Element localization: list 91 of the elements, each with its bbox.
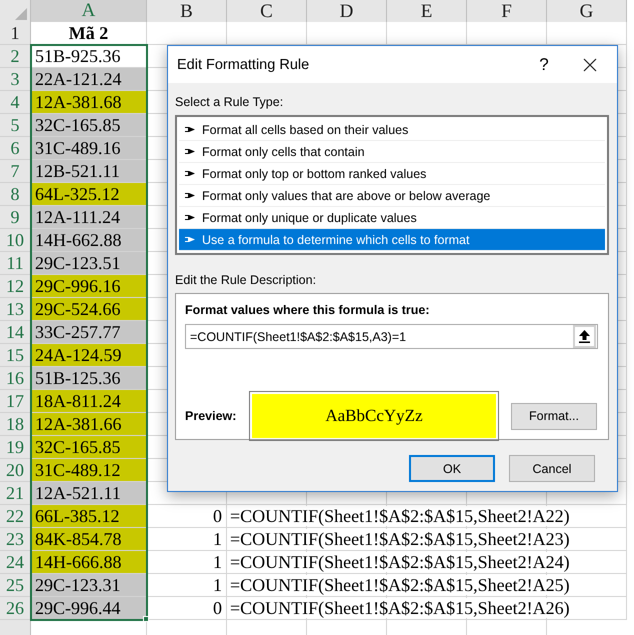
- table-cell: 33C-257.77: [31, 321, 147, 344]
- row-header[interactable]: 17: [0, 390, 31, 413]
- row-header[interactable]: 12: [0, 275, 31, 298]
- row-header[interactable]: 14: [0, 321, 31, 344]
- table-cell: 14H-666.88: [31, 551, 147, 574]
- table-cell: 12A-381.68: [31, 91, 147, 114]
- table-cell: 12A-521.11: [31, 482, 147, 505]
- row-header[interactable]: 23: [0, 528, 31, 551]
- column-header[interactable]: A: [31, 0, 147, 24]
- help-button[interactable]: ?: [521, 46, 567, 82]
- pointer-icon: [185, 214, 196, 221]
- format-button[interactable]: Format...: [511, 402, 597, 430]
- row-header[interactable]: 20: [0, 459, 31, 482]
- pointer-icon: [185, 148, 196, 155]
- row-header[interactable]: 10: [0, 229, 31, 252]
- pointer-icon: [185, 126, 196, 133]
- table-cell: 29C-524.66: [31, 298, 147, 321]
- table-cell: 0: [147, 597, 227, 620]
- row-header[interactable]: 24: [0, 551, 31, 574]
- column-header[interactable]: C: [227, 0, 307, 24]
- formula-text: =COUNTIF(Sheet1!$A$2:$A$15,Sheet2!A26): [230, 598, 570, 618]
- formula-text: =COUNTIF(Sheet1!$A$2:$A$15,Sheet2!A22): [230, 506, 570, 526]
- table-cell: 29C-123.51: [31, 252, 147, 275]
- column-header[interactable]: B: [147, 0, 227, 24]
- section-label: Edit the Rule Description:: [175, 273, 318, 287]
- row-header[interactable]: 8: [0, 183, 31, 206]
- table-cell: 29C-996.16: [31, 275, 147, 298]
- pointer-icon: [185, 192, 196, 199]
- fill-handle[interactable]: [143, 616, 149, 622]
- table-cell: 32C-165.85: [31, 436, 147, 459]
- dialog-button[interactable]: Cancel: [509, 455, 595, 482]
- row-header[interactable]: 9: [0, 206, 31, 229]
- table-cell: 12A-111.24: [31, 206, 147, 229]
- table-cell: 31C-489.12: [31, 459, 147, 482]
- triangle-icon: [15, 8, 27, 20]
- row-header[interactable]: 7: [0, 160, 31, 183]
- table-cell: 32C-165.85: [31, 114, 147, 137]
- table-cell: 24A-124.59: [31, 344, 147, 367]
- table-cell: 64L-325.12: [31, 183, 147, 206]
- row-header[interactable]: 21: [0, 482, 31, 505]
- row-header[interactable]: 16: [0, 367, 31, 390]
- table-cell: 14H-662.88: [31, 229, 147, 252]
- table-cell: 22A-121.24: [31, 68, 147, 91]
- dialog-button[interactable]: OK: [409, 455, 495, 482]
- row-header[interactable]: 1: [0, 22, 31, 45]
- row-header[interactable]: 15: [0, 344, 31, 367]
- rule-type-item[interactable]: Use a formula to determine which cells to format: [179, 229, 605, 251]
- row-header[interactable]: 25: [0, 574, 31, 597]
- pointer-icon: [185, 236, 196, 243]
- formula-text: =COUNTIF(Sheet1!$A$2:$A$15,Sheet2!A25): [230, 575, 570, 595]
- row-header[interactable]: 3: [0, 68, 31, 91]
- column-header[interactable]: D: [307, 0, 387, 24]
- formula-text: =COUNTIF(Sheet1!$A$2:$A$15,Sheet2!A24): [230, 552, 570, 572]
- table-cell: 12B-521.11: [31, 160, 147, 183]
- table-cell: 18A-811.24: [31, 390, 147, 413]
- preview-text: AaBbCcYyZz: [325, 406, 423, 426]
- section-label: Select a Rule Type:: [175, 95, 284, 109]
- dialog-title: Edit Formatting Rule: [177, 56, 310, 72]
- column-header[interactable]: G: [547, 0, 627, 24]
- table-cell: 1: [147, 574, 227, 597]
- table-cell: 1: [147, 528, 227, 551]
- table-cell: 66L-385.12: [31, 505, 147, 528]
- row-header[interactable]: 19: [0, 436, 31, 459]
- row-header[interactable]: 13: [0, 298, 31, 321]
- row-header[interactable]: 2: [0, 45, 31, 68]
- collapse-button[interactable]: [573, 325, 596, 348]
- pointer-icon: [185, 170, 196, 177]
- row-header[interactable]: 18: [0, 413, 31, 436]
- row-header[interactable]: 4: [0, 91, 31, 114]
- row-header[interactable]: 26: [0, 597, 31, 620]
- table-cell: Mã 2: [31, 22, 147, 45]
- table-cell: 51B-125.36: [31, 367, 147, 390]
- close-icon: [583, 58, 597, 72]
- preview-label: Preview:: [185, 409, 238, 423]
- table-cell: 29C-996.44: [31, 597, 147, 620]
- row-header[interactable]: 22: [0, 505, 31, 528]
- formula-text: =COUNTIF(Sheet1!$A$2:$A$15,Sheet2!A23): [230, 529, 570, 549]
- up-arrow-icon: [579, 330, 590, 343]
- table-cell: 31C-489.16: [31, 137, 147, 160]
- formula-field[interactable]: =COUNTIF(Sheet1!$A$2:$A$15,A3)=1: [185, 324, 598, 349]
- row-header[interactable]: 11: [0, 252, 31, 275]
- column-header[interactable]: E: [387, 0, 467, 24]
- table-cell: 84K-854.78: [31, 528, 147, 551]
- column-header[interactable]: F: [467, 0, 547, 24]
- table-cell: 0: [147, 505, 227, 528]
- row-header[interactable]: 5: [0, 114, 31, 137]
- table-cell: 29C-123.31: [31, 574, 147, 597]
- row-header[interactable]: 6: [0, 137, 31, 160]
- formula-label: Format values where this formula is true:: [185, 303, 431, 317]
- table-cell: 1: [147, 551, 227, 574]
- table-cell: 12A-381.66: [31, 413, 147, 436]
